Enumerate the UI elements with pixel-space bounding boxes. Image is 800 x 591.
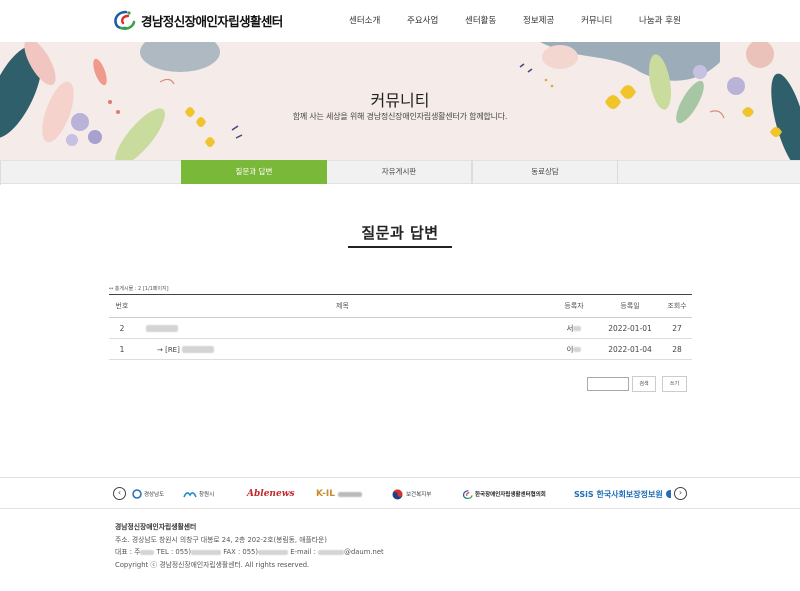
partner-mohw[interactable]: 보건복지부 bbox=[392, 486, 431, 502]
tab-qna[interactable]: 질문과 답변 bbox=[181, 160, 327, 184]
partner-partial[interactable] bbox=[665, 486, 671, 502]
row-title-link[interactable] bbox=[135, 317, 550, 339]
partner-gyeongnam[interactable]: 경상남도 bbox=[132, 486, 164, 502]
footer-org-name: 경남정신장애인자립생활센터 bbox=[115, 523, 197, 531]
board-table: 번호 제목 등록자 등록일 조회수 2 서 2022-01-01 27 1 → … bbox=[109, 294, 692, 360]
row-writer: 서 bbox=[550, 317, 598, 339]
row-hits: 28 bbox=[662, 338, 692, 360]
partner-kcil[interactable]: 한국장애인자립생활센터협의회 bbox=[462, 486, 546, 502]
row-hits: 27 bbox=[662, 317, 692, 339]
nav-donation[interactable]: 나눔과 후원 bbox=[639, 14, 689, 26]
col-title: 제목 bbox=[135, 294, 550, 318]
footer-copyright: Copyright ⓒ 경남정신장애인자립생활센터. All rights re… bbox=[115, 560, 310, 569]
row-number: 1 bbox=[109, 338, 135, 360]
partner-changwon[interactable]: 창원시 bbox=[183, 486, 214, 502]
banner-title: 커뮤니티 bbox=[370, 91, 430, 110]
tab-divider bbox=[0, 161, 1, 185]
logo-text: 경남정신장애인자립생활센터 bbox=[141, 13, 283, 29]
main-nav: 센터소개 주요사업 센터활동 정보제공 커뮤니티 나눔과 후원 bbox=[349, 14, 689, 26]
sub-visual-banner: 커뮤니티 함께 사는 세상을 위해 경남정신장애인자립생활센터가 함께합니다. bbox=[0, 42, 800, 160]
site-logo[interactable]: 경남정신장애인자립생활센터 bbox=[112, 9, 283, 31]
search-button[interactable]: 검색 bbox=[632, 376, 656, 392]
row-date: 2022-01-01 bbox=[598, 317, 662, 339]
logo-icon bbox=[114, 10, 136, 30]
board-count-info: ↔ 총게시물 : 2 [1/1페이지] bbox=[109, 286, 169, 292]
col-number: 번호 bbox=[109, 294, 135, 318]
table-header-row: 번호 제목 등록자 등록일 조회수 bbox=[109, 294, 692, 318]
nav-information[interactable]: 정보제공 bbox=[523, 14, 581, 26]
write-button[interactable]: 쓰기 bbox=[662, 376, 687, 392]
blurred-title bbox=[146, 325, 178, 332]
page-title: 질문과 답변 bbox=[361, 224, 439, 242]
row-date: 2022-01-04 bbox=[598, 338, 662, 360]
partner-ablenews[interactable]: Ablenews bbox=[247, 486, 295, 502]
row-writer: 이 bbox=[550, 338, 598, 360]
partner-kil[interactable]: K-IL bbox=[316, 486, 363, 502]
table-row[interactable]: 1 → [RE] 이 2022-01-04 28 bbox=[109, 338, 692, 360]
sub-tab-bar: 질문과 답변 자유게시판 동료상담 bbox=[0, 160, 800, 185]
nav-center-activity[interactable]: 센터활동 bbox=[465, 14, 523, 26]
title-underline bbox=[348, 246, 452, 248]
next-arrow-icon[interactable]: › bbox=[674, 487, 687, 500]
banner-subtitle: 함께 사는 세상을 위해 경남정신장애인자립생활센터가 함께합니다. bbox=[292, 112, 508, 121]
prev-arrow-icon[interactable]: ‹ bbox=[113, 487, 126, 500]
nav-community[interactable]: 커뮤니티 bbox=[581, 14, 639, 26]
reply-prefix: → [RE] bbox=[157, 345, 180, 354]
header: 경남정신장애인자립생활센터 센터소개 주요사업 센터활동 정보제공 커뮤니티 나… bbox=[0, 0, 800, 42]
table-row[interactable]: 2 서 2022-01-01 27 bbox=[109, 317, 692, 339]
footer-contact: 대표 : 주 TEL : 055) FAX : 055) E-mail : @d… bbox=[115, 548, 384, 556]
nav-center-intro[interactable]: 센터소개 bbox=[349, 14, 407, 26]
partner-banner-strip: ‹ 경상남도 창원시 Ablenews K-IL 보건복지부 한국장애인자립생활… bbox=[0, 477, 800, 509]
search-input[interactable] bbox=[587, 377, 629, 391]
partner-ssis[interactable]: SSiS 한국사회보장정보원 bbox=[574, 486, 663, 502]
col-hits: 조회수 bbox=[662, 294, 692, 318]
footer-address: 주소. 경상남도 창원시 의창구 대봉로 24, 2층 202-2호(봉림동, … bbox=[115, 535, 327, 544]
blurred-title bbox=[182, 346, 215, 353]
row-number: 2 bbox=[109, 317, 135, 339]
nav-main-business[interactable]: 주요사업 bbox=[407, 14, 465, 26]
col-writer: 등록자 bbox=[550, 294, 598, 318]
tab-free-board[interactable]: 자유게시판 bbox=[327, 160, 472, 184]
col-date: 등록일 bbox=[598, 294, 662, 318]
row-title-link[interactable]: → [RE] bbox=[135, 338, 550, 360]
tab-peer-counseling[interactable]: 동료상담 bbox=[472, 160, 618, 184]
footer: 경남정신장애인자립생활센터 주소. 경상남도 창원시 의창구 대봉로 24, 2… bbox=[115, 521, 384, 571]
